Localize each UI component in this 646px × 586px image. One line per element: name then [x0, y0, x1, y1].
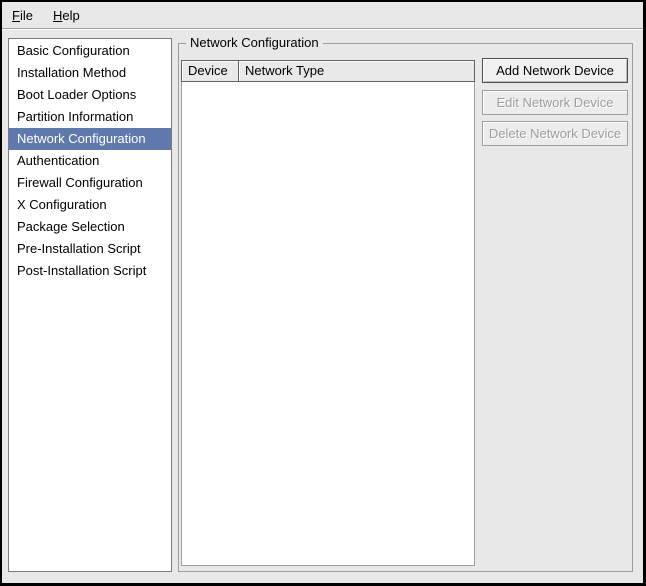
- add-network-device-button[interactable]: Add Network Device: [482, 58, 628, 83]
- sidebar-item-network-configuration[interactable]: Network Configuration: [9, 128, 171, 150]
- sidebar-item-partition-information[interactable]: Partition Information: [9, 106, 171, 128]
- menu-bar: File Help: [2, 2, 643, 29]
- sidebar-item-authentication[interactable]: Authentication: [9, 150, 171, 172]
- sidebar-item-x-configuration[interactable]: X Configuration: [9, 194, 171, 216]
- column-header-network-type[interactable]: Network Type: [238, 60, 475, 82]
- sidebar-item-basic-configuration[interactable]: Basic Configuration: [9, 40, 171, 62]
- network-device-table: Device Network Type: [181, 60, 475, 566]
- delete-network-device-button[interactable]: Delete Network Device: [482, 121, 628, 146]
- edit-network-device-button[interactable]: Edit Network Device: [482, 90, 628, 115]
- menu-file-accel: F: [12, 8, 20, 23]
- menu-help-rest: elp: [62, 8, 79, 23]
- column-header-device[interactable]: Device: [181, 60, 239, 82]
- frame-title: Network Configuration: [186, 35, 323, 51]
- sidebar-item-package-selection[interactable]: Package Selection: [9, 216, 171, 238]
- sidebar-item-boot-loader-options[interactable]: Boot Loader Options: [9, 84, 171, 106]
- menu-help[interactable]: Help: [43, 4, 90, 27]
- category-list: Basic Configuration Installation Method …: [8, 38, 172, 572]
- menu-file-rest: ile: [20, 8, 33, 23]
- sidebar-item-post-installation-script[interactable]: Post-Installation Script: [9, 260, 171, 282]
- menu-file[interactable]: File: [2, 4, 43, 27]
- sidebar-item-pre-installation-script[interactable]: Pre-Installation Script: [9, 238, 171, 260]
- table-header-row: Device Network Type: [181, 60, 475, 82]
- menu-help-accel: H: [53, 8, 62, 23]
- sidebar-item-firewall-configuration[interactable]: Firewall Configuration: [9, 172, 171, 194]
- network-device-list: [182, 82, 474, 565]
- sidebar-item-installation-method[interactable]: Installation Method: [9, 62, 171, 84]
- app-window: File Help Basic Configuration Installati…: [0, 0, 646, 586]
- window-body: File Help Basic Configuration Installati…: [2, 2, 643, 583]
